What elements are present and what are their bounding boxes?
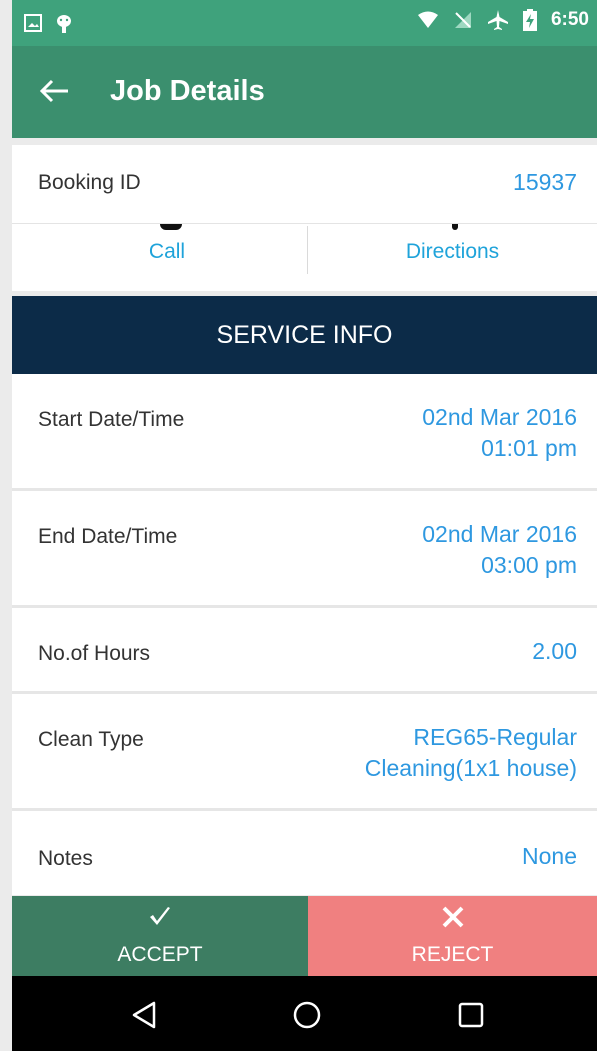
start-datetime-value: 02nd Mar 2016 01:01 pm: [422, 402, 577, 464]
status-bar: 6:50: [12, 0, 597, 46]
android-icon: [57, 15, 71, 33]
wifi-icon: [417, 11, 438, 28]
booking-id-value: 15937: [513, 169, 577, 195]
clean-type-code: REG65-Regular: [413, 724, 577, 750]
close-icon: [442, 906, 463, 928]
reject-label: REJECT: [411, 943, 494, 966]
arrow-left-icon[interactable]: [38, 76, 72, 106]
call-button[interactable]: Call: [12, 240, 322, 264]
end-date: 02nd Mar 2016: [422, 521, 577, 547]
clean-type-description: Cleaning(1x1 house): [364, 755, 577, 781]
start-datetime-label: Start Date/Time: [38, 408, 185, 431]
end-time: 03:00 pm: [481, 552, 577, 578]
start-datetime-row: Start Date/Time 02nd Mar 2016 01:01 pm: [12, 374, 597, 491]
decision-bar: ACCEPT REJECT: [12, 896, 597, 976]
app-bar: Job Details: [12, 46, 597, 138]
status-time: 6:50: [550, 9, 589, 30]
notes-row: Notes None: [12, 811, 597, 895]
end-datetime-label: End Date/Time: [38, 525, 178, 548]
start-date: 02nd Mar 2016: [422, 404, 577, 430]
system-nav-bar: [12, 976, 597, 1051]
start-time: 01:01 pm: [481, 435, 577, 461]
end-datetime-value: 02nd Mar 2016 03:00 pm: [422, 519, 577, 581]
home-circle-icon[interactable]: [292, 1000, 322, 1030]
page-title: Job Details: [110, 75, 265, 107]
notes-value: None: [522, 843, 577, 869]
checkmark-icon: [150, 907, 170, 925]
reject-button[interactable]: REJECT: [308, 896, 597, 976]
clean-type-value: REG65-Regular Cleaning(1x1 house): [365, 722, 577, 784]
clean-type-label: Clean Type: [38, 728, 144, 751]
contact-actions: Call Directions: [12, 223, 597, 291]
accept-button[interactable]: ACCEPT: [12, 896, 308, 976]
directions-icon: [452, 224, 458, 230]
booking-id-row: Booking ID 15937: [12, 145, 597, 223]
directions-button[interactable]: Directions: [308, 240, 597, 264]
hours-value: 2.00: [532, 638, 577, 664]
accept-label: ACCEPT: [117, 943, 203, 966]
hours-row: No.of Hours 2.00: [12, 608, 597, 694]
airplane-icon: [487, 10, 508, 30]
end-datetime-row: End Date/Time 02nd Mar 2016 03:00 pm: [12, 491, 597, 608]
booking-id-label: Booking ID: [38, 171, 141, 194]
battery-charging-icon: [522, 9, 537, 31]
phone-icon: [160, 224, 182, 230]
no-sim-icon: [454, 12, 471, 28]
back-triangle-icon[interactable]: [130, 1000, 160, 1030]
service-info-list: Start Date/Time 02nd Mar 2016 01:01 pm E…: [12, 374, 597, 895]
notes-label: Notes: [38, 847, 93, 870]
image-icon: [24, 14, 42, 32]
clean-type-row: Clean Type REG65-Regular Cleaning(1x1 ho…: [12, 694, 597, 811]
recents-square-icon[interactable]: [456, 1000, 486, 1030]
hours-label: No.of Hours: [38, 642, 151, 665]
service-info-header: SERVICE INFO: [12, 296, 597, 374]
